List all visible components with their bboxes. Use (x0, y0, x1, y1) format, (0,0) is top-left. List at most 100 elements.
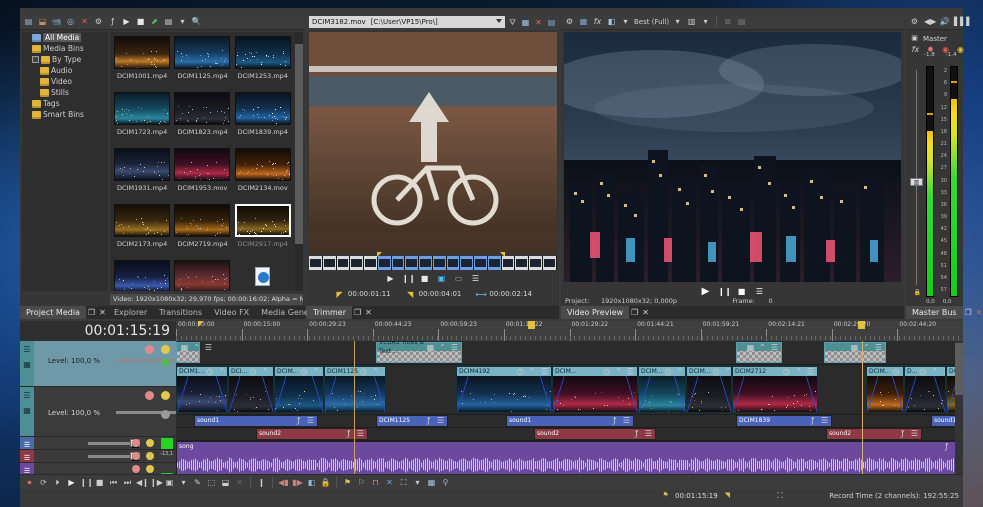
video-clip-icons[interactable]: ◷⌃☰ (298, 366, 324, 377)
fade-in-curve[interactable] (687, 376, 698, 412)
media-item[interactable]: DCIM2173.mp4 (112, 204, 172, 260)
ruler-playhead-marker[interactable] (198, 321, 203, 327)
media-thumbnail[interactable] (114, 204, 170, 237)
marker-icon[interactable]: ⚑ (342, 477, 353, 488)
dropdown2-icon[interactable]: ▾ (412, 477, 423, 488)
media-thumbnail[interactable] (235, 92, 291, 125)
media-item[interactable]: DCIM1931.mp4 (112, 148, 172, 204)
media-thumbnail[interactable] (174, 92, 230, 125)
menu-icon[interactable]: ☰ (203, 342, 214, 353)
import-media-icon[interactable]: ⬓ (37, 16, 48, 27)
rewind-icon[interactable]: ◀❙ (136, 477, 147, 488)
pause-icon[interactable]: ❙❙ (402, 273, 413, 284)
media-thumbnail[interactable] (235, 260, 291, 291)
preview-transport-bar[interactable]: ▶ ❙❙ ■ ☰ (561, 284, 904, 298)
forward-icon[interactable]: ❙▶ (150, 477, 161, 488)
fade-in-curve[interactable] (905, 376, 916, 412)
fx-icon[interactable]: ⌃ (216, 366, 227, 377)
menu-icon[interactable]: ☰ (625, 366, 636, 377)
tree-item-tags[interactable]: Tags (22, 98, 108, 109)
capture-video-icon[interactable]: 📹 (51, 16, 62, 27)
media-bins-tree[interactable]: All MediaMedia BinsBy TypeAudioVideoStil… (22, 32, 108, 291)
menu-icon[interactable]: ☰ (643, 428, 654, 439)
track-4-mute-icon[interactable] (132, 452, 140, 460)
media-item[interactable]: song.mp3 (233, 260, 293, 291)
menu-icon[interactable]: ☰ (873, 342, 884, 353)
filmstrip-frame[interactable] (543, 256, 557, 270)
tab-trimmer[interactable]: Trimmer (307, 306, 352, 319)
fade-in-curve[interactable] (733, 376, 744, 412)
title-clip[interactable]: ▦⌃☰ (824, 342, 886, 363)
pan-crop-icon[interactable]: ◷ (710, 366, 721, 377)
media-item[interactable]: DCIM2917.mp4 (233, 204, 293, 260)
trimmer-tabstrip[interactable]: Trimmer ❐ ✕ (307, 306, 559, 319)
media-pool-scrollbar[interactable] (295, 32, 303, 291)
auto-crossfade-icon[interactable]: ✕ (384, 477, 395, 488)
trimmer-file-combo[interactable]: DCIM3182.mov [C:\User\VP15\Pro\] (309, 16, 505, 28)
status-timecode[interactable]: 00:01:15:19 (675, 492, 718, 500)
media-item[interactable]: DCIM1823.mp4 (172, 92, 232, 148)
audio-clip-bar[interactable]: sound2ƒ☰ (535, 429, 655, 438)
trimmer-transport-bar[interactable]: ▶ ❙❙ ■ ▣ ▭ ☰ (307, 272, 559, 285)
track-3-solo-icon[interactable] (146, 439, 154, 447)
fx-icon[interactable]: ƒ (941, 441, 952, 452)
tree-item-media-bins[interactable]: Media Bins (22, 43, 108, 54)
audio-clip-icons[interactable]: ƒ☰ (897, 428, 921, 439)
fade-in-curve[interactable] (867, 376, 878, 412)
fade-out-curve[interactable] (540, 376, 551, 412)
media-thumbnail[interactable] (235, 204, 291, 237)
video-clip[interactable]: DCI...◷⌃☰ (228, 366, 274, 413)
video-clip[interactable]: DCIM1125◷⌃☰ (324, 366, 386, 413)
disabled-icon[interactable]: ✕ (234, 477, 245, 488)
video-clip-icons[interactable]: ◷⌃☰ (710, 366, 732, 377)
media-fx-icon[interactable]: ƒ (107, 16, 118, 27)
timeline-cursor-timecode[interactable]: 00:01:15:19 (20, 321, 176, 341)
media-thumbnail[interactable] (174, 36, 230, 69)
ruler-region-marker[interactable] (528, 321, 535, 329)
fit-icon[interactable]: ⛶ (775, 490, 786, 501)
fx-icon[interactable]: ⌃ (757, 342, 768, 353)
split-screen-icon[interactable]: ◧ (606, 16, 617, 27)
region-icon[interactable]: ⚐ (356, 477, 367, 488)
timeline-toolbar[interactable]: ⏺⟳⏵▶❙❙■⏮⏭◀❙❙▶▣▾✎⬚⬓✕❙◀▮▮▶◧🔒⚑⚐⊓✕⛶▾▦⚲ (20, 474, 963, 489)
pan-crop-icon[interactable]: ◷ (515, 366, 526, 377)
close-icon[interactable]: ✕ (640, 307, 651, 318)
timeline-tracks[interactable]: ▦⌃☰VEGAS Titles & Text ...▦⌃☰▦⌃☰▦⌃☰▦⌃☰ D… (176, 341, 963, 474)
video-clip[interactable]: DCIM4192◷⌃☰ (456, 366, 552, 413)
pan-crop-icon[interactable]: ◷ (917, 366, 928, 377)
media-item[interactable]: DCIM3182.mov (172, 260, 232, 291)
gear-icon[interactable]: ⚙ (564, 16, 575, 27)
fade-in-curve[interactable] (325, 376, 336, 412)
track-5-mute-icon[interactable] (132, 465, 140, 473)
title-clip-bar[interactable]: ▦⌃☰ (177, 343, 199, 351)
crop-icon[interactable]: ◧ (306, 477, 317, 488)
menu-icon[interactable]: ☰ (305, 415, 316, 426)
media-thumbnail[interactable] (114, 92, 170, 125)
meter-left[interactable] (926, 66, 934, 297)
track-2-solo-icon[interactable] (161, 391, 170, 400)
views-icon[interactable]: ▤ (163, 16, 174, 27)
audio-clip[interactable]: sound2ƒ☰ (256, 428, 368, 440)
filmstrip-frame[interactable] (350, 256, 364, 270)
fx-icon[interactable]: fx (910, 44, 921, 55)
trimmer-history-icon[interactable]: ⛛ (507, 17, 518, 28)
video-clip[interactable]: D...◷⌃☰ (904, 366, 946, 413)
fx-icon[interactable]: ⌃ (613, 366, 624, 377)
float-icon[interactable]: ❐ (629, 307, 640, 318)
ripple-icon[interactable]: ▦ (426, 477, 437, 488)
media-item[interactable]: DCIM1953.mov (172, 148, 232, 204)
audio-clip-icons[interactable]: ƒ☰ (293, 415, 317, 426)
selection-icon[interactable]: ▭ (453, 273, 464, 284)
track-menu-icon[interactable]: ☰ (22, 390, 33, 401)
video-clip-bar[interactable]: DCIM4192◷⌃☰ (457, 367, 551, 376)
menu-icon[interactable]: ☰ (435, 415, 446, 426)
fade-in-curve[interactable] (457, 376, 468, 412)
video-clip[interactable]: DCIM...◷⌃☰ (552, 366, 638, 413)
filmstrip-frame[interactable] (447, 256, 461, 270)
track-header-audio-3[interactable]: ☰ ♪ Vol: 0,0 dB —▥ Pan: Center (20, 463, 176, 474)
trim-out-icon[interactable]: ▮▶ (292, 477, 303, 488)
play-from-start-icon[interactable]: ⏵ (52, 477, 63, 488)
edit-tool-icon[interactable]: ▣ (164, 477, 175, 488)
envelope-tool-icon[interactable]: ✎ (192, 477, 203, 488)
track-headers[interactable]: ☰ ▦ Level: 100,0 % ▥ ☰ ▦ Level: (20, 341, 176, 474)
